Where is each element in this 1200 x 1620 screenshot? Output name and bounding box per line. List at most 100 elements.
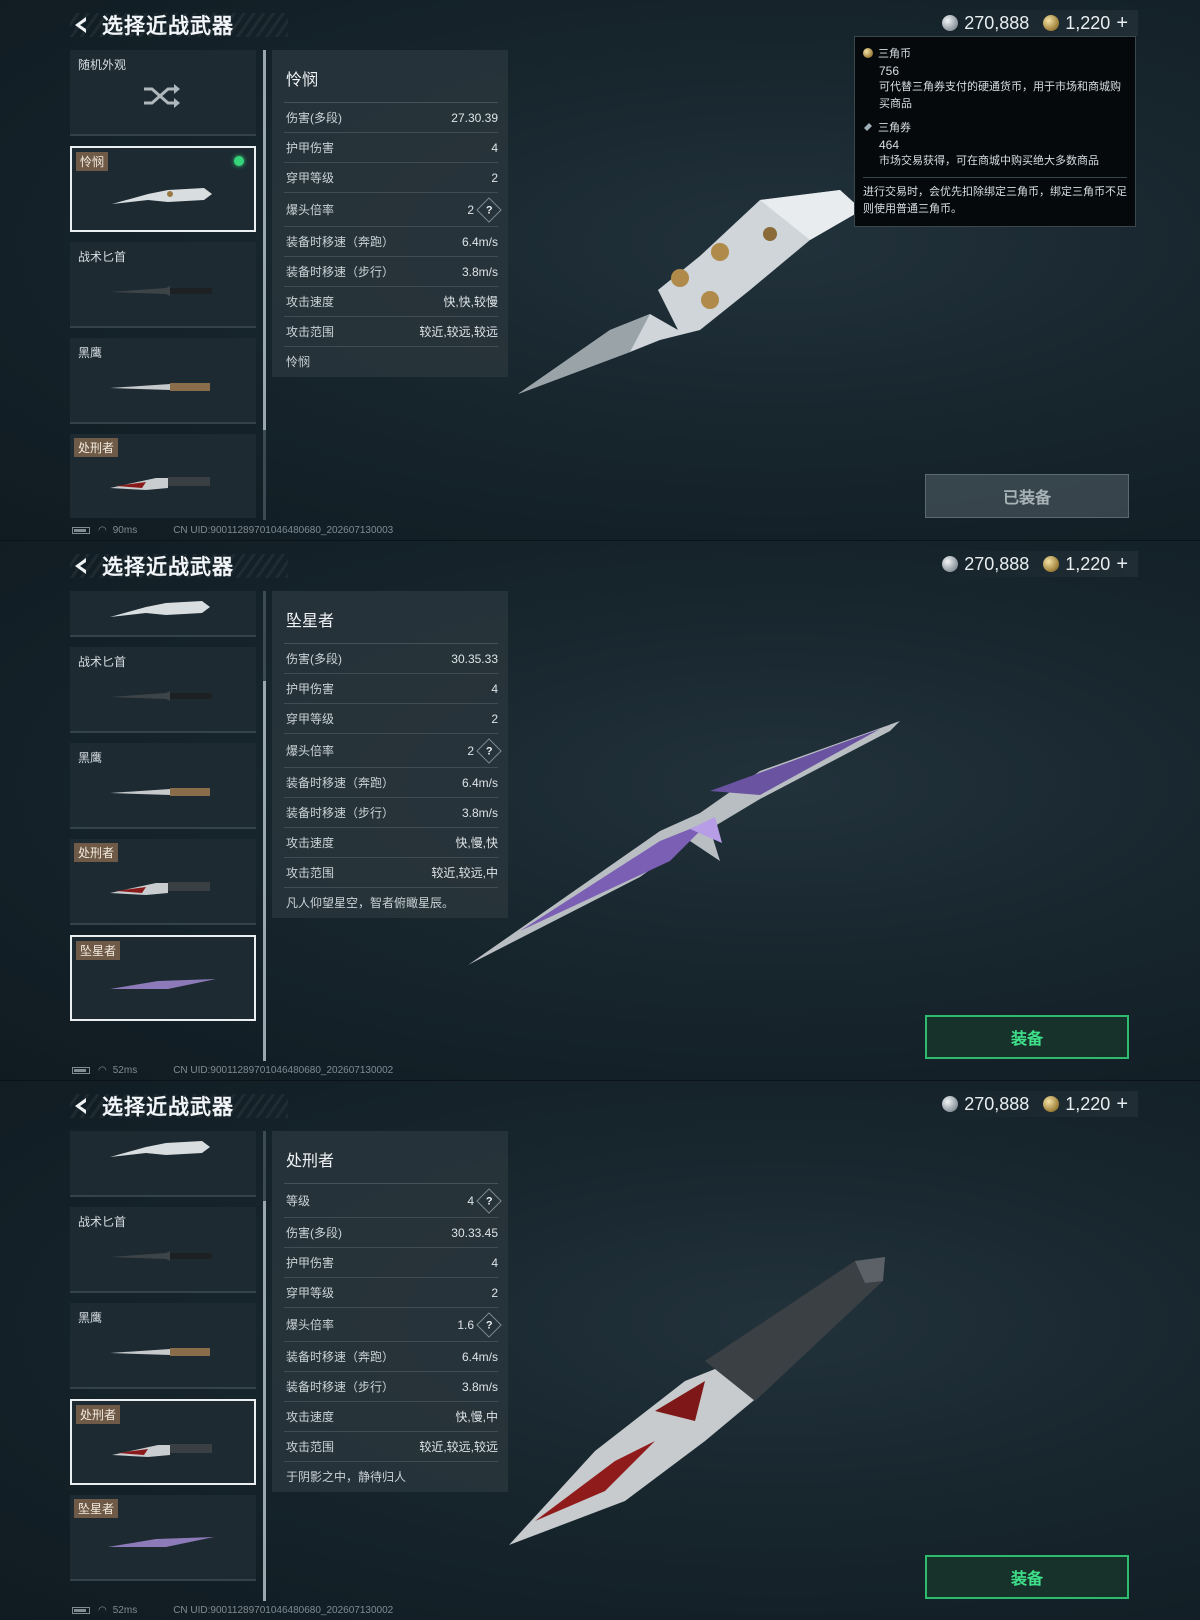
ping: 52ms [112,1065,138,1076]
gold-coin-icon [1043,15,1060,31]
wifi-icon: ◠ [98,525,107,536]
stat-row: 装备时移速（奔跑） 6.4m/s [284,227,498,257]
mercy-knife-thumbnail [110,1141,210,1157]
coin-icon [863,48,873,58]
executioner-thumbnail [110,882,210,895]
header: 选择近战武器 [70,8,288,42]
wifi-icon: ◠ [98,1065,107,1076]
mercy-knife-thumbnail [110,601,210,617]
list-item-black-hawk[interactable]: 黑鹰 [70,338,256,424]
list-item-label: 坠星者 [76,941,121,960]
stat-row: 护甲伤害 4 [284,674,498,704]
silver-coin-icon [942,556,959,572]
ping: 52ms [112,1605,138,1616]
status-footer: ◠ 52ms CN UID:9001128970104648068​0_2026… [72,1605,393,1616]
silver-balance: 270,888 [964,1093,1030,1114]
list-scrollbar[interactable] [263,1131,266,1601]
list-item-executioner[interactable]: 处刑者 [70,434,256,518]
tooltip-coin-value: 756 [879,64,900,78]
list-item-tactical-dagger[interactable]: 战术匕首 [70,242,256,328]
weapon-list: 战术匕首 黑鹰 处刑者 坠星者 [70,1131,256,1599]
dagger-thumbnail [110,1251,212,1261]
weapon-description: 怜悯 [286,355,311,369]
black-hawk-thumbnail [110,788,210,796]
list-item-label: 战术匕首 [78,655,127,669]
battery-icon [72,1067,90,1074]
gold-coin-icon [1043,1096,1060,1112]
list-item-label: 战术匕首 [78,250,127,264]
black-hawk-thumbnail [110,1348,210,1356]
shuffle-icon [144,84,180,108]
stat-row: 伤害(多段) 30.35.33 [284,644,498,674]
add-currency-button[interactable]: + [1116,1093,1128,1116]
list-item-mercy[interactable] [70,1131,256,1197]
help-icon[interactable]: ? [476,1311,502,1338]
wifi-icon: ◠ [98,1605,107,1616]
silver-coin-icon [942,15,959,31]
list-scrollbar[interactable] [263,591,266,1061]
back-arrow-icon[interactable] [70,14,92,36]
ticket-icon [864,123,872,131]
battery-icon [72,527,90,534]
page-title: 选择近战武器 [102,1096,234,1119]
panel-starfall: 选择近战武器 270,888 1,220 + 战术匕首 黑鹰 处刑者 坠星者 坠… [0,540,1200,1080]
uid: CN UID:9001128970104648068​0_20260713000… [173,1065,394,1076]
tooltip-ticket-name: 三角券 [878,122,911,134]
uid: CN UID:9001128970104648068​0_20260713000… [173,1605,394,1616]
list-item-starfall[interactable]: 坠星者 [70,1495,256,1581]
weapon-name: 处刑者 [284,1131,498,1184]
tooltip-coin-name: 三角币 [878,48,911,60]
silver-balance: 270,888 [964,12,1030,33]
gold-balance: 1,220 [1065,12,1111,33]
ping: 90ms [112,525,138,536]
stat-row: 装备时移速（步行） 3.8m/s [284,1372,498,1402]
mercy-knife-thumbnail [112,188,212,204]
weapon-description: 于阴影之中，静待归人 [286,1470,407,1484]
mercy-knife-model [518,190,862,394]
list-item-executioner[interactable]: 处刑者 [70,839,256,925]
starfall-knife-model [468,721,900,965]
black-hawk-thumbnail [110,383,210,391]
list-item-label: 怜悯 [76,152,109,171]
stat-row: 装备时移速（步行） 3.8m/s [284,257,498,287]
help-icon[interactable]: ? [476,196,502,223]
list-item-starfall[interactable]: 坠星者 [70,935,256,1021]
list-item-label: 黑鹰 [78,346,103,360]
dagger-thumbnail [110,691,212,701]
equipped-button[interactable]: 已装备 [925,474,1129,518]
weapon-list: 战术匕首 黑鹰 处刑者 坠星者 [70,591,256,1059]
list-item-tactical-dagger[interactable]: 战术匕首 [70,1207,256,1293]
weapon-name: 怜悯 [284,50,498,103]
list-item-random[interactable]: 随机外观 [70,50,256,136]
list-item-executioner[interactable]: 处刑者 [70,1399,256,1485]
list-item-black-hawk[interactable]: 黑鹰 [70,1303,256,1389]
equipped-indicator [234,156,244,166]
equip-button[interactable]: 装备 [925,1555,1129,1599]
stat-row: 穿甲等级 2 [284,163,498,193]
page-title: 选择近战武器 [102,15,234,38]
list-item-mercy[interactable]: 怜悯 [70,146,256,232]
stat-row: 攻击范围 较近,较远,较远 [284,1432,498,1462]
panel-executioner: 选择近战武器 270,888 1,220 + 战术匕首 黑鹰 处刑者 坠星者 处… [0,1080,1200,1620]
tooltip-coin-desc: 可代替三角券支付的硬通货币，用于市场和商城购买商品 [879,81,1121,110]
list-item-tactical-dagger[interactable]: 战术匕首 [70,647,256,733]
back-arrow-icon[interactable] [70,1095,92,1117]
executioner-knife-model [509,1257,885,1545]
help-icon[interactable]: ? [476,1187,502,1214]
add-currency-button[interactable]: + [1116,12,1128,35]
back-arrow-icon[interactable] [70,555,92,577]
list-item-label: 坠星者 [74,1499,119,1518]
list-item-black-hawk[interactable]: 黑鹰 [70,743,256,829]
add-currency-button[interactable]: + [1116,553,1128,576]
stat-row: 攻击速度 快,快,较慢 [284,287,498,317]
list-scrollbar[interactable] [263,50,266,520]
status-footer: ◠ 90ms CN UID:9001128970104648068​0_2026… [72,525,393,536]
header: 选择近战武器 [70,549,288,583]
list-item-mercy[interactable] [70,591,256,637]
equip-button[interactable]: 装备 [925,1015,1129,1059]
battery-icon [72,1607,90,1614]
stat-row: 攻击速度 快,慢,中 [284,1402,498,1432]
stats-panel: 处刑者 等级 4? 伤害(多段) 30.33.45 护甲伤害 4 穿甲等级 2 爆头倍率… [272,1131,508,1492]
list-item-label: 处刑者 [74,438,119,457]
list-item-label: 黑鹰 [78,1311,103,1325]
